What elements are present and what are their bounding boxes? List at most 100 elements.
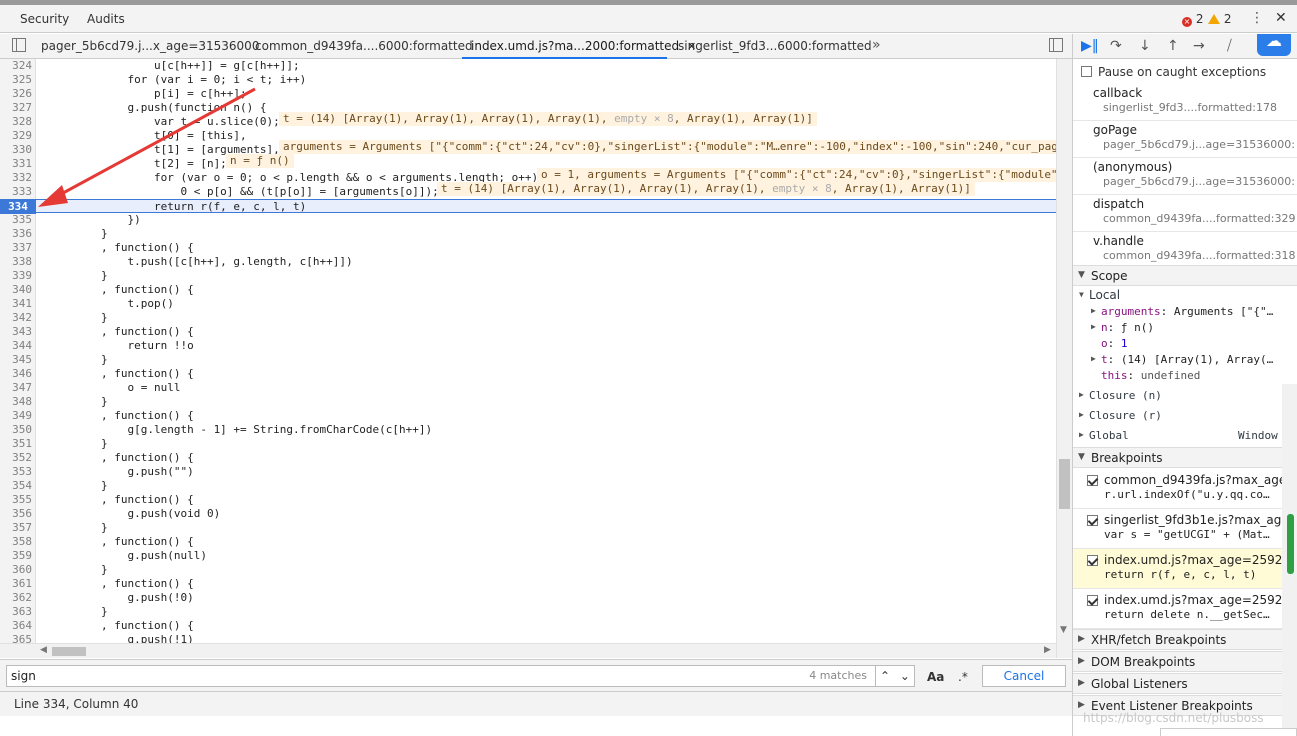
scope-var-o[interactable]: o: 1 [1073,336,1297,352]
warning-counter[interactable]: 2 [1208,12,1231,26]
line-number[interactable]: 348 [0,395,32,409]
code-line[interactable]: 351 } [0,437,1056,451]
code-line[interactable]: 353 g.push("") [0,465,1056,479]
code-line[interactable]: 335 }) [0,213,1056,227]
line-number[interactable]: 353 [0,465,32,479]
scope-var-arguments[interactable]: ▶ arguments: Arguments ["{"… [1073,304,1297,320]
cancel-search-button[interactable]: Cancel [982,665,1066,687]
global-listeners-header[interactable]: ▶ Global Listeners [1073,673,1297,694]
breakpoint-checkbox[interactable] [1087,555,1098,566]
call-frame[interactable]: dispatch common_d9439fa....formatted:329 [1073,195,1297,232]
line-number[interactable]: 343 [0,325,32,339]
code-line[interactable]: 343 , function() { [0,325,1056,339]
line-number[interactable]: 327 [0,101,32,115]
line-number[interactable]: 329 [0,129,32,143]
pause-on-caught-exceptions[interactable]: Pause on caught exceptions [1081,65,1266,79]
code-line[interactable]: 365 g.push(!1) [0,633,1056,643]
line-number[interactable]: 334 [0,200,36,214]
step-into-icon[interactable]: ↓ [1139,38,1151,54]
code-line[interactable]: 356 g.push(void 0) [0,507,1056,521]
line-number[interactable]: 347 [0,381,32,395]
more-tabs-icon[interactable]: » [872,37,881,53]
breakpoint-item[interactable]: common_d9439fa.js?max_age… r.url.indexOf… [1073,469,1297,509]
pause-caught-checkbox[interactable] [1081,66,1092,77]
error-counter[interactable]: × 2 [1182,12,1203,27]
tab-audits[interactable]: Audits [87,12,125,26]
code-line[interactable]: 352 , function() { [0,451,1056,465]
code-line[interactable]: 350 g[g.length - 1] += String.fromCharCo… [0,423,1056,437]
call-frame[interactable]: (anonymous) pager_5b6cd79.j...age=315360… [1073,158,1297,195]
line-number[interactable]: 335 [0,213,32,227]
line-number[interactable]: 337 [0,241,32,255]
line-number[interactable]: 351 [0,437,32,451]
scope-global[interactable]: ▶ Global Window [1073,428,1297,444]
call-frame[interactable]: v.handle common_d9439fa....formatted:318 [1073,232,1297,269]
code-line[interactable]: 325 for (var i = 0; i < t; i++) [0,73,1056,87]
code-line[interactable]: 346 , function() { [0,367,1056,381]
breakpoint-item[interactable]: index.umd.js?max_age=25920… return delet… [1073,589,1297,629]
code-line[interactable]: 340 , function() { [0,283,1056,297]
scroll-down-icon[interactable]: ▼ [1060,625,1067,635]
code-line[interactable]: 344 return !!o [0,339,1056,353]
line-number[interactable]: 338 [0,255,32,269]
line-number[interactable]: 361 [0,577,32,591]
line-number[interactable]: 346 [0,367,32,381]
code-line[interactable]: 347 o = null [0,381,1056,395]
code-line[interactable]: 339 } [0,269,1056,283]
breakpoint-checkbox[interactable] [1087,475,1098,486]
toggle-debugger-icon[interactable] [1049,38,1063,52]
xhr-breakpoints-header[interactable]: ▶ XHR/fetch Breakpoints [1073,629,1297,650]
step-over-icon[interactable]: ↷ [1110,38,1122,54]
file-tab-index-umd[interactable]: index.umd.js?ma...2000:formatted ✕ [471,39,696,53]
scope-local-header[interactable]: ▼ Local [1073,288,1297,304]
code-line[interactable]: 360 } [0,563,1056,577]
code-line[interactable]: 324 u[c[h++]] = g[c[h++]]; [0,59,1056,73]
line-number[interactable]: 352 [0,451,32,465]
line-number[interactable]: 324 [0,59,32,73]
vscroll-thumb[interactable] [1059,459,1070,509]
line-number[interactable]: 326 [0,87,32,101]
code-line[interactable]: 363 } [0,605,1056,619]
code-line[interactable]: 348 } [0,395,1056,409]
dom-breakpoints-header[interactable]: ▶ DOM Breakpoints [1073,651,1297,672]
scroll-right-icon[interactable]: ▶ [1044,645,1051,655]
cloud-extension-icon[interactable]: ☁ [1257,34,1291,56]
more-options-icon[interactable]: ⋮ [1250,10,1264,26]
breakpoint-item-current[interactable]: index.umd.js?max_age=2592… return r(f, e… [1073,549,1294,589]
code-line[interactable]: 358 , function() { [0,535,1056,549]
deactivate-breakpoints-icon[interactable]: ⧸ [1227,38,1232,54]
line-number[interactable]: 332 [0,171,32,185]
call-frame[interactable]: goPage pager_5b6cd79.j...age=31536000: [1073,121,1297,158]
code-line[interactable]: 336 } [0,227,1056,241]
line-number[interactable]: 344 [0,339,32,353]
code-line[interactable]: 342 } [0,311,1056,325]
scope-var-t[interactable]: ▶ t: (14) [Array(1), Array(… [1073,352,1297,368]
code-line[interactable]: 357 } [0,521,1056,535]
line-number[interactable]: 333 [0,185,32,199]
editor-vertical-scrollbar[interactable]: ▼ [1056,59,1072,658]
line-number[interactable]: 345 [0,353,32,367]
code-editor[interactable]: 324 u[c[h++]] = g[c[h++]]; 325 for (var i… [0,59,1056,643]
chevron-down-icon[interactable]: ⌄ [900,669,910,683]
line-number[interactable]: 360 [0,563,32,577]
file-tab-pager[interactable]: pager_5b6cd79.j...x_age=31536000 [41,39,259,53]
code-line[interactable]: 362 g.push(!0) [0,591,1056,605]
code-line[interactable]: 361 , function() { [0,577,1056,591]
sidebar-scroll-thumb[interactable] [1287,514,1294,574]
close-devtools-icon[interactable]: ✕ [1275,10,1287,26]
code-line[interactable]: 355 , function() { [0,493,1056,507]
breakpoint-checkbox[interactable] [1087,515,1098,526]
line-number[interactable]: 336 [0,227,32,241]
line-number[interactable]: 328 [0,115,32,129]
line-number[interactable]: 325 [0,73,32,87]
code-line[interactable]: 364 , function() { [0,619,1056,633]
code-line[interactable]: 354 } [0,479,1056,493]
match-case-button[interactable]: Aa [927,670,944,684]
line-number[interactable]: 350 [0,423,32,437]
chevron-up-icon[interactable]: ⌃ [880,669,890,683]
scroll-left-icon[interactable]: ◀ [40,645,47,655]
line-number[interactable]: 339 [0,269,32,283]
scope-var-this[interactable]: this: undefined [1073,368,1297,384]
scope-closure-r[interactable]: ▶ Closure (r) [1073,408,1297,424]
hscroll-thumb[interactable] [52,647,86,656]
